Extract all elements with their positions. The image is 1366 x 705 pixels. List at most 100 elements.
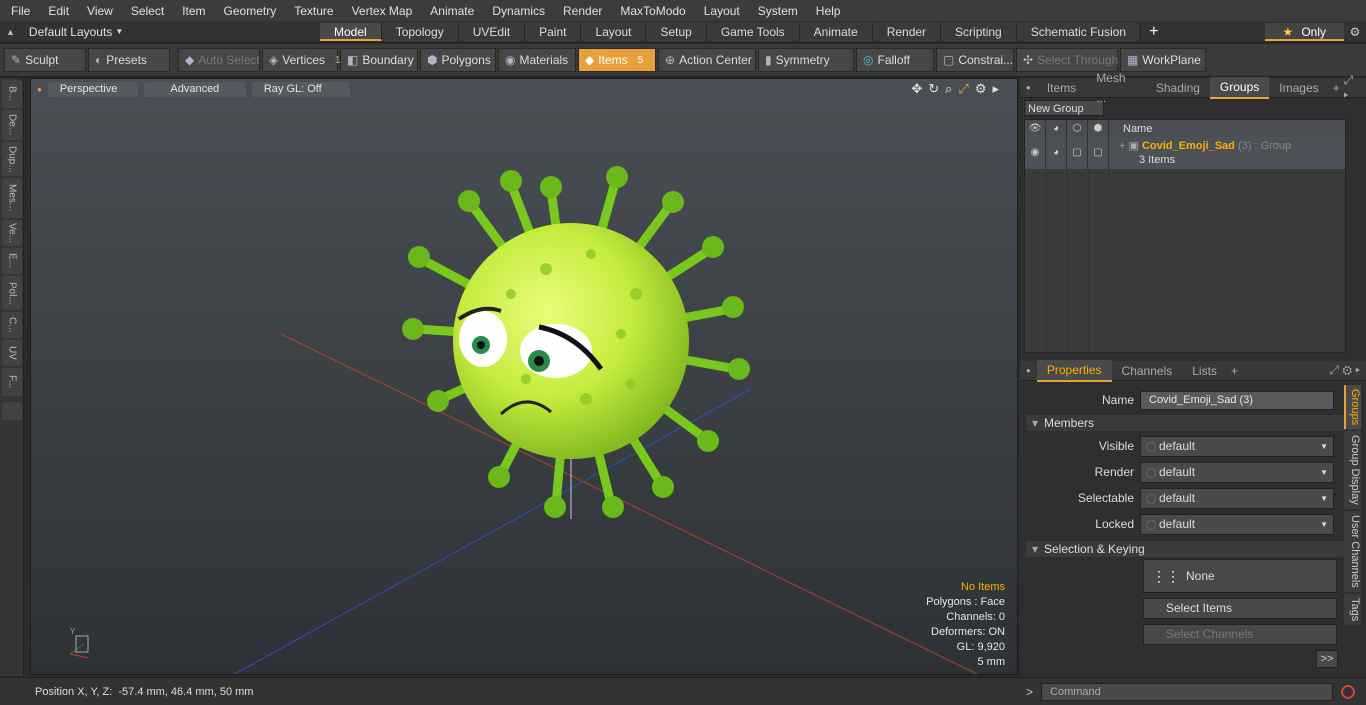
menu-geometry[interactable]: Geometry [212, 4, 283, 18]
fit-icon[interactable]: ⤢ [958, 81, 968, 97]
menu-maxtomodo[interactable]: MaxToModo [608, 4, 691, 18]
row-render-icon[interactable]: ◕ [1046, 137, 1067, 169]
panel-menu-dot[interactable]: ● [1020, 83, 1037, 92]
tab-layout[interactable]: Layout [581, 22, 647, 41]
tab-setup[interactable]: Setup [646, 22, 707, 41]
menu-dynamics[interactable]: Dynamics [480, 4, 551, 18]
viewport-settings-icon[interactable]: ⚙ [975, 81, 987, 97]
menu-edit[interactable]: Edit [36, 4, 75, 18]
keying-none-button[interactable]: ⋮⋮ None [1143, 559, 1337, 593]
row-visibility-icon[interactable]: ◉ [1025, 137, 1046, 169]
left-tab-basic[interactable]: B... [2, 80, 22, 108]
tab-channels[interactable]: Channels [1112, 361, 1183, 381]
menu-render[interactable]: Render [551, 4, 608, 18]
materials-button[interactable]: ◉ Materials [498, 48, 576, 72]
sculpt-button[interactable]: ✎ Sculpt [4, 48, 86, 72]
props-menu-dot[interactable]: ● [1020, 366, 1037, 375]
selection-keying-section[interactable]: Selection & Keying [1026, 541, 1360, 557]
advanced-button[interactable]: Advanced [143, 81, 246, 97]
tab-animate[interactable]: Animate [799, 22, 873, 41]
tab-topology[interactable]: Topology [381, 22, 459, 41]
left-tab-edge[interactable]: E... [2, 248, 22, 274]
menu-system[interactable]: System [746, 4, 804, 18]
symmetry-button[interactable]: ▮ Symmetry [758, 48, 854, 72]
locked-dropdown[interactable]: default [1140, 513, 1334, 535]
boundary-button[interactable]: ◧ Boundary [340, 48, 418, 72]
polygons-button[interactable]: ⬢ Polygons [420, 48, 496, 72]
auto-select-button[interactable]: ◆ Auto Select [178, 48, 260, 72]
tab-properties[interactable]: Properties [1036, 359, 1112, 382]
select-channels-button[interactable]: Select Channels [1143, 624, 1337, 645]
row-lock-checkbox[interactable]: ▢ [1088, 137, 1109, 169]
items-button[interactable]: ◆ Items 5 [578, 48, 656, 72]
raygl-button[interactable]: Ray GL: Off [251, 81, 350, 97]
rotate-icon[interactable]: ↻ [928, 81, 939, 97]
left-tab-curve[interactable]: C... [2, 312, 22, 338]
perspective-button[interactable]: Perspective [47, 81, 138, 97]
tab-images[interactable]: Images [1269, 78, 1328, 98]
presets-button[interactable]: ◐ Presets [88, 48, 170, 72]
add-tab-icon[interactable]: + [1149, 23, 1158, 41]
add-props-tab-icon[interactable]: + [1227, 364, 1242, 378]
expand-plus-icon[interactable]: + [1119, 140, 1125, 152]
visible-dropdown[interactable]: default [1140, 435, 1334, 457]
left-tab-duplicate[interactable]: Dup... [2, 142, 22, 176]
gear-icon[interactable]: ⚙ [1344, 25, 1366, 39]
name-column-header[interactable]: Name [1109, 123, 1152, 135]
tab-schematic-fusion[interactable]: Schematic Fusion [1016, 22, 1142, 41]
menu-file[interactable]: File [0, 4, 36, 18]
3d-viewport[interactable]: Y ● Perspective Advanced Ray GL: Off ✥ ↻… [30, 78, 1018, 675]
render-icon[interactable]: ◕ [1046, 120, 1067, 137]
left-tab-deform[interactable]: De... [2, 110, 22, 140]
group-row[interactable]: ◉ ◕ ▢ ▢ + ▣ Covid_Emoji_Sad (3) : Group … [1025, 137, 1345, 169]
viewport-menu-dot[interactable]: ● [37, 85, 42, 94]
vertices-button[interactable]: ◈ Vertices 1 [262, 48, 340, 72]
menu-view[interactable]: View [75, 4, 119, 18]
left-tab-mesh-edit[interactable]: Mes... [2, 178, 22, 218]
name-field[interactable]: Covid_Emoji_Sad (3) [1140, 390, 1334, 410]
tab-model[interactable]: Model [320, 22, 382, 41]
maximize-panel-icon[interactable]: ⤢ ▸ [1344, 73, 1366, 103]
only-toggle[interactable]: ★ Only [1264, 22, 1344, 41]
record-macro-icon[interactable] [1341, 684, 1356, 699]
tab-scripting[interactable]: Scripting [941, 22, 1017, 41]
row-select-checkbox[interactable]: ▢ [1067, 137, 1088, 169]
left-tab-uv[interactable]: UV [2, 340, 22, 366]
collapse-arrow-icon[interactable]: ▲ [6, 27, 15, 37]
tab-lists[interactable]: Lists [1182, 361, 1227, 381]
menu-item[interactable]: Item [170, 4, 211, 18]
tab-mesh[interactable]: Mesh ... [1086, 68, 1146, 108]
tab-groups[interactable]: Groups [1209, 76, 1270, 99]
tab-shading[interactable]: Shading [1146, 78, 1210, 98]
side-tab-group-display[interactable]: Group Display [1344, 431, 1361, 509]
constraints-button[interactable]: ▢ Constrai... [936, 48, 1014, 72]
menu-texture[interactable]: Texture [282, 4, 339, 18]
command-input[interactable]: Command [1041, 682, 1334, 701]
lock-icon[interactable]: ⬢ [1088, 120, 1109, 137]
left-tab-fusion[interactable]: F... [2, 368, 22, 396]
left-tab-vertex[interactable]: Ve... [2, 220, 22, 246]
falloff-button[interactable]: ◎ Falloff [856, 48, 934, 72]
props-settings-icon[interactable]: ⤢ ⚙ ▸ [1329, 363, 1366, 378]
select-items-button[interactable]: Select Items [1143, 598, 1337, 619]
side-tab-tags[interactable]: Tags [1344, 593, 1361, 625]
menu-layout[interactable]: Layout [692, 4, 746, 18]
pan-icon[interactable]: ✥ [911, 81, 922, 97]
add-panel-tab-icon[interactable]: + [1329, 81, 1344, 95]
layout-dropdown[interactable]: ▲ Default Layouts ▼ [0, 25, 320, 39]
tab-items[interactable]: Items [1037, 78, 1086, 98]
more-button[interactable]: >> [1316, 650, 1338, 668]
side-tab-user-channels[interactable]: User Channels [1344, 510, 1361, 592]
tab-render[interactable]: Render [872, 22, 942, 41]
menu-select[interactable]: Select [119, 4, 170, 18]
select-lock-icon[interactable]: ⬡ [1067, 120, 1088, 137]
selectable-dropdown[interactable]: default [1140, 487, 1334, 509]
zoom-icon[interactable]: ⌕ [945, 81, 952, 97]
left-tab-polygon[interactable]: Pol... [2, 276, 22, 310]
menu-animate[interactable]: Animate [418, 4, 480, 18]
tab-game-tools[interactable]: Game Tools [706, 22, 800, 41]
visibility-eye-icon[interactable]: 👁 [1025, 120, 1046, 137]
render-dropdown[interactable]: default [1140, 461, 1334, 483]
members-section[interactable]: Members [1026, 415, 1360, 431]
menu-help[interactable]: Help [804, 4, 847, 18]
